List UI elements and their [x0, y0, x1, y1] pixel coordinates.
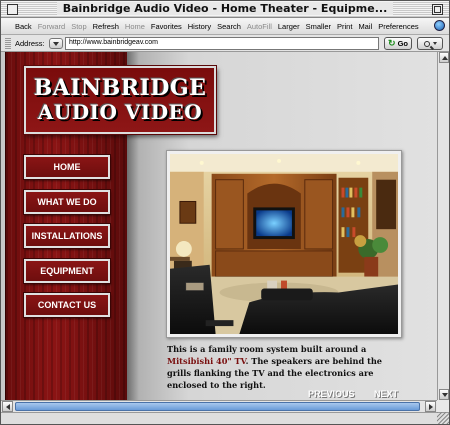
- search-field-button[interactable]: [417, 37, 443, 50]
- scroll-down-arrow-icon[interactable]: [439, 389, 449, 400]
- scroll-right-arrow-icon[interactable]: [425, 401, 436, 412]
- toolbar-history-button[interactable]: History: [188, 22, 211, 31]
- grip-icon[interactable]: [5, 38, 11, 49]
- logo-line-2: AUDIO VIDEO: [37, 100, 203, 124]
- toolbar-autofill-button[interactable]: AutoFill: [247, 22, 272, 31]
- caption-highlight: Mitsibishi 40" TV: [167, 356, 246, 366]
- go-label: Go: [397, 39, 408, 48]
- toolbar-larger-button[interactable]: Larger: [278, 22, 300, 31]
- magnifier-icon: [423, 40, 430, 47]
- toolbar-print-button[interactable]: Print: [337, 22, 352, 31]
- resize-grip-icon[interactable]: [437, 412, 449, 424]
- address-label: Address:: [15, 39, 45, 48]
- go-button[interactable]: ↻ Go: [384, 37, 412, 50]
- web-page: BAINBRIDGE AUDIO VIDEO HOME WHAT WE DO I…: [1, 52, 437, 400]
- site-logo[interactable]: BAINBRIDGE AUDIO VIDEO: [24, 66, 216, 134]
- status-bar: [1, 412, 449, 424]
- photo-caption: This is a family room system built aroun…: [167, 343, 407, 391]
- toolbar-search-button[interactable]: Search: [217, 22, 241, 31]
- vertical-scrollbar[interactable]: [437, 52, 449, 400]
- address-history-dropdown[interactable]: [49, 38, 63, 49]
- family-room-photo: [170, 154, 398, 334]
- next-link[interactable]: NEXT: [374, 389, 398, 399]
- zoom-box-icon[interactable]: [432, 4, 443, 15]
- nav-home-button[interactable]: HOME: [24, 155, 110, 179]
- toolbar-mail-button[interactable]: Mail: [358, 22, 372, 31]
- horizontal-scroll-thumb[interactable]: [15, 402, 420, 411]
- toolbar-smaller-button[interactable]: Smaller: [306, 22, 331, 31]
- nav-installations-button[interactable]: INSTALLATIONS: [24, 224, 110, 248]
- scroll-up-arrow-icon[interactable]: [439, 52, 449, 63]
- toolbar-stop-button[interactable]: Stop: [71, 22, 86, 31]
- caption-before: This is a family room system built aroun…: [167, 344, 367, 354]
- toolbar-refresh-button[interactable]: Refresh: [93, 22, 119, 31]
- title-bar[interactable]: Bainbridge Audio Video - Home Theater - …: [1, 1, 449, 18]
- site-nav: HOME WHAT WE DO INSTALLATIONS EQUIPMENT …: [24, 155, 110, 328]
- nav-equipment-button[interactable]: EQUIPMENT: [24, 258, 110, 283]
- toolbar-preferences-button[interactable]: Preferences: [378, 22, 418, 31]
- photo-frame: [166, 150, 402, 338]
- browser-window: Bainbridge Audio Video - Home Theater - …: [0, 0, 450, 425]
- horizontal-scrollbar[interactable]: [1, 400, 437, 412]
- toolbar-back-button[interactable]: Back: [15, 22, 32, 31]
- chevron-down-icon: [432, 42, 437, 45]
- window-title: Bainbridge Audio Video - Home Theater - …: [56, 2, 394, 15]
- toolbar-forward-button[interactable]: Forward: [38, 22, 66, 31]
- go-arrow-icon: ↻: [388, 38, 396, 48]
- globe-icon: [434, 20, 445, 31]
- nav-what-we-do-button[interactable]: WHAT WE DO: [24, 189, 110, 214]
- toolbar-favorites-button[interactable]: Favorites: [151, 22, 182, 31]
- toolbar-home-button[interactable]: Home: [125, 22, 145, 31]
- address-input[interactable]: http://www.bainbridgeav.com: [65, 37, 379, 50]
- browser-toolbar: Back Forward Stop Refresh Home Favorites…: [1, 18, 449, 35]
- address-bar: Address: http://www.bainbridgeav.com ↻ G…: [1, 35, 449, 52]
- logo-line-1: BAINBRIDGE: [33, 75, 207, 101]
- nav-contact-us-button[interactable]: CONTACT US: [24, 293, 110, 317]
- scroll-left-arrow-icon[interactable]: [2, 401, 13, 412]
- previous-link[interactable]: PREVIOUS: [308, 389, 355, 399]
